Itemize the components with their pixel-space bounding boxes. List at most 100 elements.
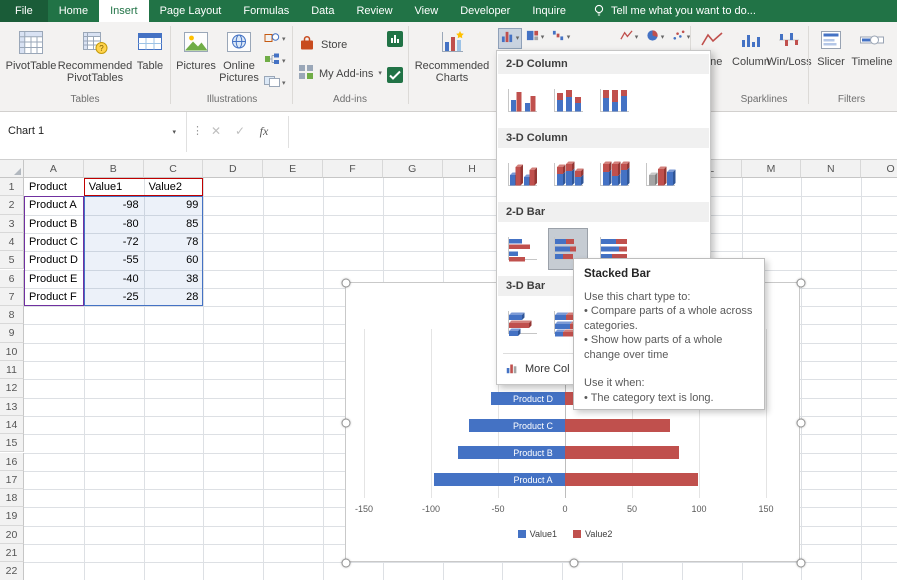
tab-data[interactable]: Data <box>300 0 345 22</box>
sparkline-column-button[interactable]: Column <box>732 30 770 68</box>
cell-A1[interactable]: Product <box>24 178 84 196</box>
gallery-icon-clustered-bar-3d[interactable] <box>502 302 542 344</box>
cell-B4[interactable]: -72 <box>84 233 144 251</box>
column-header-B[interactable]: B <box>84 160 144 178</box>
recommended-pivottables-button[interactable]: ? Recommended PivotTables <box>60 26 130 92</box>
cell-B3[interactable]: -80 <box>84 215 144 233</box>
gallery-icon-clustered-column[interactable] <box>502 80 542 122</box>
cell-B7[interactable]: -25 <box>84 288 144 306</box>
column-header-N[interactable]: N <box>801 160 861 178</box>
column-header-E[interactable]: E <box>263 160 323 178</box>
bar-value2-product-c[interactable] <box>565 419 670 432</box>
cell-A6[interactable]: Product E <box>24 270 84 288</box>
tab-page-layout[interactable]: Page Layout <box>149 0 233 22</box>
cell-C5[interactable]: 60 <box>144 251 204 269</box>
row-header-16[interactable]: 16 <box>0 453 24 471</box>
gallery-icon-stacked-100-column-3d[interactable] <box>594 154 634 196</box>
addin-app-button-1[interactable] <box>386 30 404 53</box>
tab-inquire[interactable]: Inquire <box>521 0 577 22</box>
selection-handle[interactable] <box>342 559 351 568</box>
column-header-M[interactable]: M <box>742 160 802 178</box>
legend-item[interactable]: Value2 <box>573 529 612 539</box>
tab-view[interactable]: View <box>404 0 450 22</box>
pictures-button[interactable]: Pictures <box>176 26 216 92</box>
insert-hierarchy-chart-button[interactable]: ▾ <box>524 28 546 47</box>
cell-A2[interactable]: Product A <box>24 196 84 214</box>
row-header-13[interactable]: 13 <box>0 398 24 416</box>
bar-value2-product-a[interactable] <box>565 473 698 486</box>
row-header-11[interactable]: 11 <box>0 361 24 379</box>
gallery-icon-clustered-bar[interactable] <box>502 228 542 270</box>
insert-function-button[interactable]: fx <box>254 124 274 139</box>
addin-app-button-2[interactable] <box>386 66 404 89</box>
screenshot-button[interactable]: ▾ <box>264 74 286 92</box>
insert-waterfall-chart-button[interactable]: ▾ <box>550 28 572 47</box>
tab-home[interactable]: Home <box>48 0 99 22</box>
tab-file[interactable]: File <box>0 0 48 22</box>
cell-C2[interactable]: 99 <box>144 196 204 214</box>
cell-A5[interactable]: Product D <box>24 251 84 269</box>
insert-line-chart-button[interactable]: ▾ <box>618 28 640 47</box>
selection-handle[interactable] <box>797 559 806 568</box>
tell-me-search[interactable]: Tell me what you want to do... <box>593 0 756 22</box>
row-header-2[interactable]: 2 <box>0 196 24 214</box>
row-header-10[interactable]: 10 <box>0 343 24 361</box>
row-header-17[interactable]: 17 <box>0 471 24 489</box>
gallery-icon-clustered-column-3d[interactable] <box>502 154 542 196</box>
row-header-8[interactable]: 8 <box>0 306 24 324</box>
timeline-button[interactable]: Timeline <box>850 30 894 68</box>
online-pictures-button[interactable]: Online Pictures <box>216 26 262 92</box>
insert-scatter-chart-button[interactable]: ▾ <box>670 28 692 47</box>
row-header-12[interactable]: 12 <box>0 379 24 397</box>
gallery-icon-stacked-column-3d[interactable] <box>548 154 588 196</box>
gallery-icon-stacked-100-column[interactable] <box>594 80 634 122</box>
tab-insert[interactable]: Insert <box>99 0 149 22</box>
row-header-22[interactable]: 22 <box>0 562 24 580</box>
tab-formulas[interactable]: Formulas <box>232 0 300 22</box>
row-header-18[interactable]: 18 <box>0 489 24 507</box>
column-header-H[interactable]: H <box>443 160 503 178</box>
column-header-C[interactable]: C <box>144 160 204 178</box>
store-button[interactable]: Store <box>298 34 347 55</box>
gallery-icon-stacked-column[interactable] <box>548 80 588 122</box>
column-header-A[interactable]: A <box>24 160 84 178</box>
name-box-caret-icon[interactable]: ▾ <box>172 129 176 136</box>
cell-B6[interactable]: -40 <box>84 270 144 288</box>
row-header-14[interactable]: 14 <box>0 416 24 434</box>
row-header-9[interactable]: 9 <box>0 324 24 342</box>
cell-C6[interactable]: 38 <box>144 270 204 288</box>
tab-developer[interactable]: Developer <box>449 0 521 22</box>
my-addins-button[interactable]: My Add-ins ▾ <box>298 64 382 83</box>
row-header-7[interactable]: 7 <box>0 288 24 306</box>
smartart-button[interactable]: ▾ <box>264 52 286 70</box>
row-header-19[interactable]: 19 <box>0 507 24 525</box>
column-header-D[interactable]: D <box>203 160 263 178</box>
row-header-15[interactable]: 15 <box>0 434 24 452</box>
shapes-button[interactable]: ▾ <box>264 30 286 48</box>
row-header-3[interactable]: 3 <box>0 215 24 233</box>
select-all-corner[interactable] <box>0 160 24 178</box>
cell-C4[interactable]: 78 <box>144 233 204 251</box>
row-header-5[interactable]: 5 <box>0 251 24 269</box>
row-header-6[interactable]: 6 <box>0 270 24 288</box>
tab-review[interactable]: Review <box>345 0 403 22</box>
cell-A3[interactable]: Product B <box>24 215 84 233</box>
legend-item[interactable]: Value1 <box>518 529 557 539</box>
cell-A7[interactable]: Product F <box>24 288 84 306</box>
cell-C1[interactable]: Value2 <box>144 178 204 196</box>
column-header-G[interactable]: G <box>383 160 443 178</box>
column-header-O[interactable]: O <box>861 160 897 178</box>
cell-C7[interactable]: 28 <box>144 288 204 306</box>
row-header-20[interactable]: 20 <box>0 526 24 544</box>
insert-column-bar-chart-button[interactable]: ▾ <box>498 28 522 49</box>
bar-value2-product-b[interactable] <box>565 446 679 459</box>
selection-handle[interactable] <box>797 279 806 288</box>
name-box[interactable]: Chart 1 ▾ <box>0 112 187 152</box>
cell-C3[interactable]: 85 <box>144 215 204 233</box>
gallery-icon-column-3d[interactable] <box>640 154 680 196</box>
sparkline-winloss-button[interactable]: Win/Loss <box>770 30 808 68</box>
selection-handle[interactable] <box>797 419 806 428</box>
cell-B5[interactable]: -55 <box>84 251 144 269</box>
pivottable-button[interactable]: PivotTable <box>2 26 60 92</box>
column-header-F[interactable]: F <box>323 160 383 178</box>
